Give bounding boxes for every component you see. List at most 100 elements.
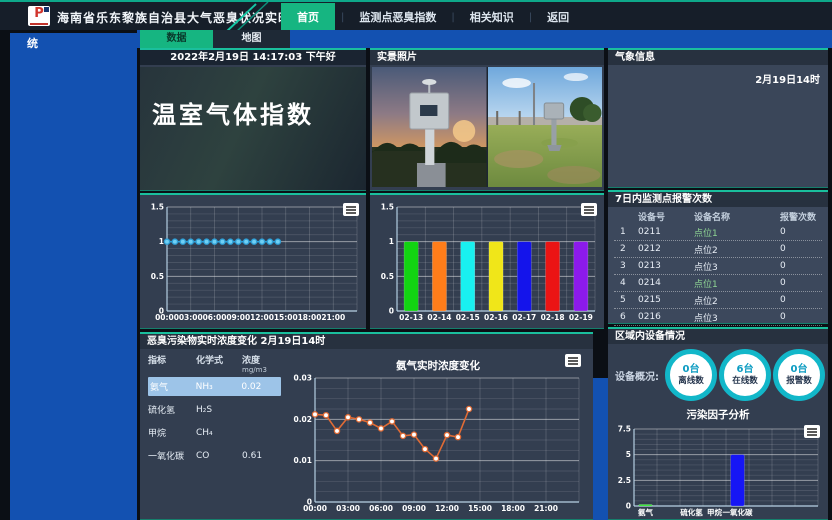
svg-text:0.01: 0.01 — [293, 456, 312, 465]
top-navbar: P 海南省乐东黎族自治县大气恶臭状况实时发布系 首页|监测点恶臭指数|相关知识|… — [0, 0, 832, 30]
pollution-factor-title: 污染因子分析 — [608, 407, 828, 422]
pollutant-row[interactable]: 甲烷CH₄ — [148, 421, 285, 444]
nav-item-home[interactable]: 首页 — [281, 3, 335, 31]
svg-text:氨气: 氨气 — [638, 507, 653, 517]
svg-text:06:00: 06:00 — [203, 313, 227, 322]
svg-text:02-17: 02-17 — [512, 313, 536, 322]
photo-strip — [372, 67, 602, 187]
nav-item-odor-index[interactable]: 监测点恶臭指数 — [344, 9, 451, 25]
datetime-text: 2022年2月19日 14:17:03 下午好 — [140, 50, 366, 65]
greenhouse-heading: 温室气体指数 — [152, 95, 314, 130]
svg-text:5: 5 — [626, 450, 631, 459]
app-title-tail: 统 — [10, 33, 137, 51]
pollutant-row[interactable]: 氨气NH₃0.02 — [148, 377, 281, 396]
ammonia-chart-area: 00.010.020.0300:0003:0006:0009:0012:0015… — [285, 350, 591, 519]
panel-greenhouse-trend: 00.511.500:0003:0006:0009:0012:0015:0018… — [140, 193, 366, 329]
panel-greenhouse: 2022年2月19日 14:17:03 下午好 温室气体指数 — [140, 48, 366, 191]
alarms-panel-title: 7日内监测点报警次数 — [608, 192, 828, 207]
chart-menu-icon[interactable] — [804, 425, 820, 438]
table-row: 40214点位10 — [614, 275, 822, 292]
photo-sunset-station — [372, 67, 487, 187]
svg-text:0.02: 0.02 — [293, 415, 312, 424]
panel-pollutants: 恶臭污染物实时浓度变化 2月19日14时 指标化学式浓度mg/m3 氨气NH₃0.… — [140, 332, 593, 520]
device-count-badge: 6台在线数 — [719, 349, 771, 401]
nav-menu: 首页|监测点恶臭指数|相关知识|返回 — [281, 2, 584, 32]
alarms-header-row: 设备号设备名称报警次数 — [614, 209, 822, 224]
pollutant-row[interactable]: 硫化氢H₂S — [148, 398, 285, 421]
svg-text:18:00: 18:00 — [501, 504, 525, 513]
greenhouse-body: 温室气体指数 — [140, 67, 366, 190]
svg-text:02-13: 02-13 — [399, 313, 423, 322]
svg-text:06:00: 06:00 — [369, 504, 393, 513]
svg-text:03:00: 03:00 — [336, 504, 360, 513]
tab-strip: 数据地图 — [137, 30, 832, 48]
svg-text:21:00: 21:00 — [534, 504, 558, 513]
svg-text:硫化氢: 硫化氢 — [680, 507, 703, 517]
logo-corner-mark — [44, 7, 49, 12]
svg-text:1: 1 — [389, 237, 394, 246]
svg-text:一氧化碳: 一氧化碳 — [723, 507, 753, 517]
svg-text:02-14: 02-14 — [427, 313, 451, 322]
svg-text:15:00: 15:00 — [468, 504, 492, 513]
svg-text:1.5: 1.5 — [381, 203, 394, 212]
svg-text:21:00: 21:00 — [321, 313, 345, 322]
pollutants-header-row: 指标化学式浓度 — [148, 353, 285, 366]
chart-menu-icon[interactable] — [565, 354, 581, 367]
ammonia-chart-title: 氨气实时浓度变化 — [285, 358, 591, 373]
weather-time: 2月19日14时 — [755, 71, 820, 86]
svg-text:1: 1 — [159, 237, 164, 246]
chart-menu-icon[interactable] — [343, 203, 359, 216]
svg-text:02-15: 02-15 — [456, 313, 480, 322]
svg-text:03:00: 03:00 — [179, 313, 203, 322]
svg-text:02-19: 02-19 — [569, 313, 593, 322]
tab-map[interactable]: 地图 — [213, 30, 290, 48]
svg-text:0: 0 — [389, 307, 394, 316]
panel-daily-index: 0 0.5 1 1.5 02-13 02-14 02-15 02-16 02-17 02-18 02… — [370, 193, 604, 329]
chart-menu-icon[interactable] — [581, 203, 597, 216]
panel-photos: 实景照片 — [370, 48, 604, 191]
device-count-badge: 0台离线数 — [665, 349, 717, 401]
pollutants-panel-title: 恶臭污染物实时浓度变化 2月19日14时 — [140, 334, 593, 349]
svg-text:2.5: 2.5 — [618, 476, 631, 485]
table-row: 60216点位30 — [614, 309, 822, 326]
unit-label: mg/m3 — [242, 366, 285, 374]
svg-text:0.03: 0.03 — [293, 374, 312, 383]
logo-underline — [30, 23, 48, 25]
photo-field-station — [488, 67, 603, 187]
alarms-table: 设备号设备名称报警次数10211点位1020212点位2030213点位3040… — [614, 209, 822, 326]
logo-icon: P — [28, 6, 50, 26]
tab-data[interactable]: 数据 — [140, 30, 213, 48]
panel-devices: 区域内设备情况 设备概况: 0台离线数6台在线数0台报警数 污染因子分析 02.… — [608, 327, 828, 520]
swoosh-decoration — [222, 2, 272, 32]
pollution-factor-chart: 02.557.5氨气硫化氢甲烷一氧化碳 — [610, 421, 824, 519]
photos-panel-title: 实景照片 — [370, 50, 604, 65]
svg-text:09:00: 09:00 — [402, 504, 426, 513]
table-row: 50215点位20 — [614, 292, 822, 309]
svg-text:02-16: 02-16 — [484, 313, 508, 322]
dashboard-screen: P 海南省乐东黎族自治县大气恶臭状况实时发布系 首页|监测点恶臭指数|相关知识|… — [0, 0, 832, 520]
panel-alarms: 7日内监测点报警次数 设备号设备名称报警次数10211点位1020212点位20… — [608, 190, 828, 324]
svg-text:12:00: 12:00 — [435, 504, 459, 513]
svg-text:0.5: 0.5 — [381, 272, 394, 281]
devices-panel-title: 区域内设备情况 — [608, 329, 828, 344]
svg-text:09:00: 09:00 — [226, 313, 250, 322]
svg-text:02-18: 02-18 — [541, 313, 565, 322]
nav-item-knowledge[interactable]: 相关知识 — [455, 9, 529, 25]
nav-item-back[interactable]: 返回 — [532, 9, 584, 25]
pollutant-row[interactable]: 一氧化碳CO0.61 — [148, 444, 285, 467]
pollutants-table: 指标化学式浓度mg/m3 氨气NH₃0.02 硫化氢H₂S甲烷CH₄一氧化碳CO0.… — [140, 350, 285, 467]
ammonia-trend-chart: 00.010.020.0300:0003:0006:0009:0012:0015… — [285, 350, 591, 520]
svg-text:00:00: 00:00 — [303, 504, 327, 513]
daily-index-chart: 0 0.5 1 1.5 02-13 02-14 02-15 02-16 02-17 02-18 02… — [371, 197, 603, 327]
pollutants-table-area: 指标化学式浓度mg/m3 氨气NH₃0.02 硫化氢H₂S甲烷CH₄一氧化碳CO0.… — [140, 350, 285, 519]
svg-text:1.5: 1.5 — [151, 203, 164, 212]
device-count-badge: 0台报警数 — [773, 349, 825, 401]
svg-text:00:00: 00:00 — [155, 313, 179, 322]
svg-text:7.5: 7.5 — [618, 425, 631, 434]
svg-text:15:00: 15:00 — [274, 313, 298, 322]
svg-text:0.5: 0.5 — [151, 272, 164, 281]
greenhouse-trend-chart: 00.511.500:0003:0006:0009:0012:0015:0018… — [141, 197, 365, 327]
left-sidebar: 统 — [10, 33, 137, 520]
weather-panel-title: 气象信息 — [608, 50, 828, 65]
table-row: 20212点位20 — [614, 241, 822, 258]
